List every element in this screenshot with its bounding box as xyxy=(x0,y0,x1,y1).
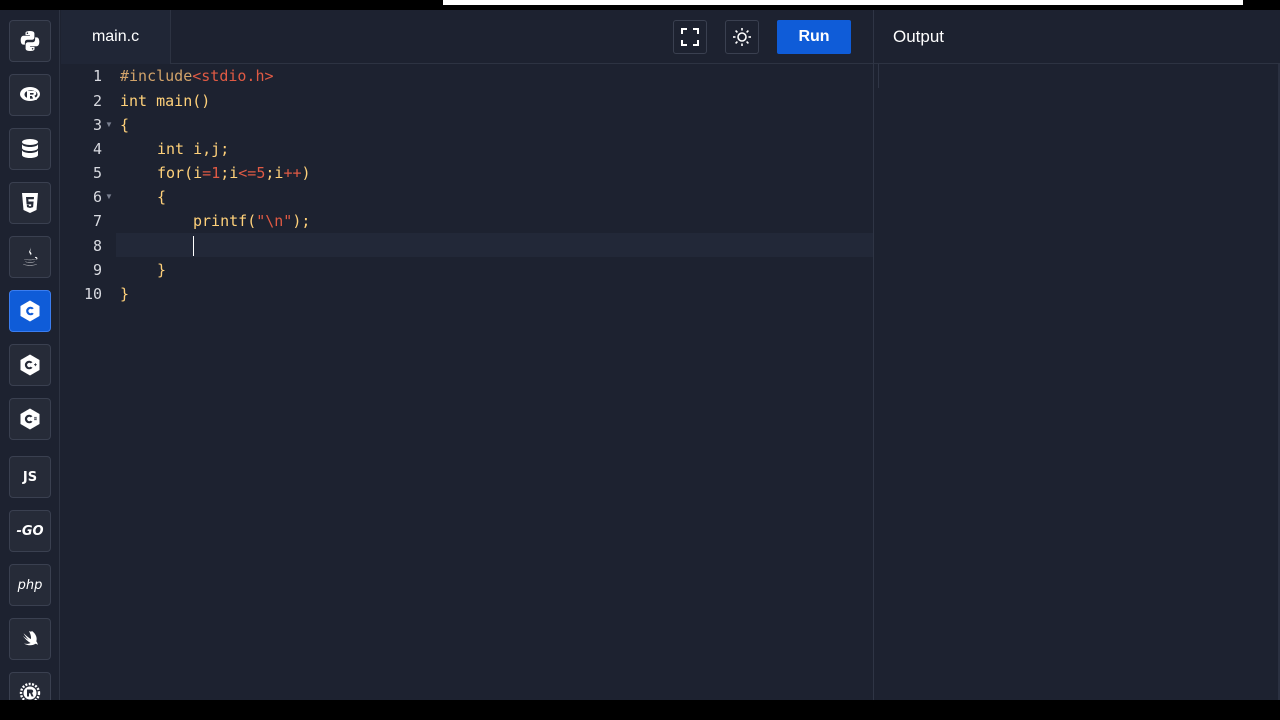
code-editor[interactable]: 1 2 3 4 5 6 7 8 9 10 ▼ ▼ #include<stdio.… xyxy=(61,64,873,700)
theme-toggle-button[interactable] xyxy=(725,20,759,54)
line-number: 4 xyxy=(92,140,102,158)
code-line-9: } xyxy=(157,261,167,279)
text-cursor xyxy=(193,236,194,256)
sql-database-icon xyxy=(22,139,38,158)
editor-header: main.c Run Output xyxy=(61,10,1280,64)
csharp-icon xyxy=(20,408,40,430)
output-margin-line xyxy=(878,64,879,88)
code-line-2: int main() xyxy=(120,92,211,110)
javascript-icon: JS xyxy=(22,469,38,485)
active-line-highlight xyxy=(116,233,873,257)
code-line-5: for(i=1;i<=5;i++) xyxy=(157,164,311,182)
code-line-1: #include<stdio.h> xyxy=(120,67,274,85)
go-icon: -GO xyxy=(16,523,44,539)
sidebar-item-cpp[interactable] xyxy=(9,344,51,386)
line-number: 9 xyxy=(92,261,102,279)
sun-icon xyxy=(733,28,751,46)
run-button[interactable]: Run xyxy=(777,20,851,54)
sidebar-item-python[interactable] xyxy=(9,20,51,62)
sidebar-item-php[interactable]: php xyxy=(9,564,51,606)
sidebar-item-swift[interactable] xyxy=(9,618,51,660)
top-white-bar xyxy=(443,0,1243,5)
sidebar-item-sql[interactable] xyxy=(9,128,51,170)
sidebar-item-html[interactable] xyxy=(9,182,51,224)
sidebar-item-r[interactable] xyxy=(9,74,51,116)
swift-icon xyxy=(23,631,38,646)
code-line-3: { xyxy=(120,116,130,134)
line-number: 5 xyxy=(92,164,102,182)
sidebar-item-go[interactable]: -GO xyxy=(9,510,51,552)
code-line-7: printf("\n"); xyxy=(193,212,311,230)
line-number: 3 xyxy=(92,116,102,134)
output-panel[interactable] xyxy=(874,64,1280,700)
line-number: 1 xyxy=(92,67,102,85)
r-icon xyxy=(20,87,40,101)
php-icon: php xyxy=(17,577,43,593)
cpp-icon xyxy=(20,354,40,376)
output-panel-title: Output xyxy=(893,27,945,46)
sidebar-item-csharp[interactable] xyxy=(9,398,51,440)
online-compiler-app: JS -GO php main.c Run Output 1 2 3 4 5 6… xyxy=(0,0,1280,714)
fold-arrow-icon[interactable]: ▼ xyxy=(105,120,113,129)
sidebar-item-java[interactable] xyxy=(9,236,51,278)
fullscreen-button[interactable] xyxy=(673,20,707,54)
code-line-10: } xyxy=(120,285,130,303)
code-line-4: int i,j; xyxy=(157,140,230,158)
c-icon xyxy=(20,300,40,322)
sidebar-item-javascript[interactable]: JS xyxy=(9,456,51,498)
fullscreen-icon xyxy=(681,28,699,46)
java-icon xyxy=(23,247,38,266)
sidebar-item-c[interactable] xyxy=(9,290,51,332)
line-number: 7 xyxy=(92,212,102,230)
language-sidebar: JS -GO php xyxy=(0,10,60,714)
line-number: 6 xyxy=(92,188,102,206)
line-number: 8 xyxy=(92,237,102,255)
line-number: 10 xyxy=(83,285,102,303)
code-line-6: { xyxy=(157,188,167,206)
line-number: 2 xyxy=(92,92,102,110)
python-icon xyxy=(20,31,40,51)
fold-arrow-icon[interactable]: ▼ xyxy=(105,192,113,201)
html5-icon xyxy=(22,193,38,213)
bottom-black-bar xyxy=(0,700,1280,720)
file-tab-main-c[interactable]: main.c xyxy=(61,10,171,64)
